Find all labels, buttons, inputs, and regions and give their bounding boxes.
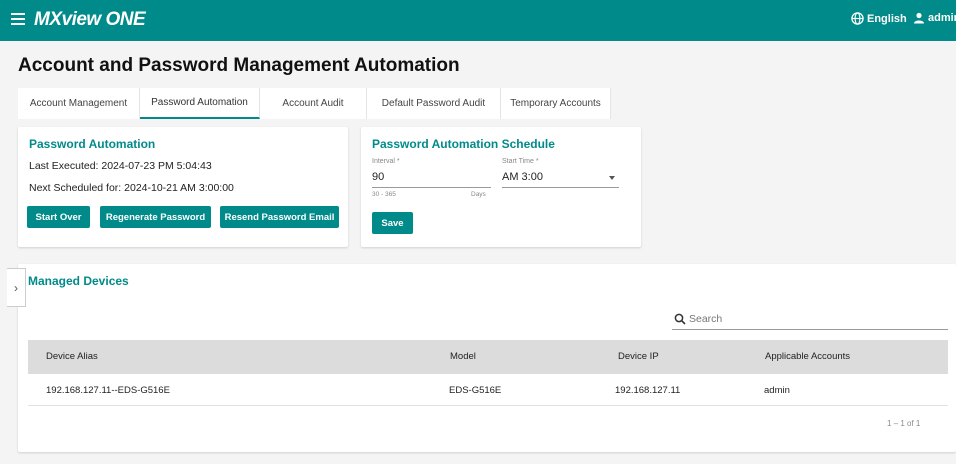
search-underline	[672, 329, 948, 330]
page-title: Account and Password Management Automati…	[18, 55, 460, 76]
pagination-range: 1 – 1 of 1	[887, 419, 921, 428]
tab-bar: Account Management Password Automation A…	[18, 88, 611, 119]
search-icon	[674, 313, 686, 325]
column-applicable-accounts[interactable]: Applicable Accounts	[765, 351, 850, 362]
menu-icon[interactable]	[11, 13, 25, 25]
column-device-alias[interactable]: Device Alias	[46, 351, 98, 362]
cell-applicable-accounts: admin	[764, 385, 790, 396]
language-label: English	[867, 12, 907, 25]
cell-device-ip: 192.168.127.11	[615, 385, 681, 396]
column-device-ip[interactable]: Device IP	[618, 351, 659, 362]
start-time-underline	[502, 187, 619, 188]
app-logo[interactable]: MXview ONE	[34, 9, 146, 31]
sidebar-toggle[interactable]: ›	[7, 268, 26, 307]
cell-model: EDS-G516E	[449, 385, 502, 396]
start-time-select[interactable]: AM 3:00	[502, 171, 543, 183]
tab-account-management[interactable]: Account Management	[18, 88, 140, 119]
start-over-button[interactable]: Start Over	[27, 206, 90, 228]
cell-device-alias: 192.168.127.11--EDS-G516E	[46, 385, 170, 396]
interval-unit-hint: Days	[471, 191, 486, 198]
tab-default-password-audit[interactable]: Default Password Audit	[367, 88, 501, 119]
regenerate-password-button[interactable]: Regenerate Password	[100, 206, 211, 228]
interval-underline	[372, 187, 491, 188]
user-icon	[914, 12, 924, 24]
search-input[interactable]: Search	[689, 313, 722, 325]
globe-icon	[851, 12, 864, 25]
chevron-right-icon: ›	[14, 280, 18, 295]
interval-input[interactable]: 90	[372, 171, 384, 183]
schedule-title: Password Automation Schedule	[372, 137, 555, 151]
schedule-card: Password Automation Schedule Interval * …	[361, 127, 641, 247]
table-header: Device Alias Model Device IP Applicable …	[28, 340, 948, 374]
language-selector[interactable]: English	[851, 12, 907, 25]
interval-range-hint: 30 - 365	[372, 191, 396, 198]
next-scheduled-text: Next Scheduled for: 2024-10-21 AM 3:00:0…	[29, 182, 234, 194]
user-label: admin	[928, 12, 956, 24]
tab-temporary-accounts[interactable]: Temporary Accounts	[501, 88, 611, 119]
interval-label: Interval *	[372, 158, 400, 165]
managed-devices-title: Managed Devices	[28, 274, 129, 288]
start-time-label: Start Time *	[502, 158, 539, 165]
user-menu[interactable]: admin	[913, 12, 956, 24]
password-automation-card: Password Automation Last Executed: 2024-…	[18, 127, 348, 247]
table-row[interactable]: 192.168.127.11--EDS-G516E EDS-G516E 192.…	[28, 374, 948, 406]
column-model[interactable]: Model	[450, 351, 476, 362]
chevron-down-icon[interactable]	[609, 176, 615, 180]
last-executed-text: Last Executed: 2024-07-23 PM 5:04:43	[29, 160, 212, 172]
tab-account-audit[interactable]: Account Audit	[260, 88, 367, 119]
tab-password-automation[interactable]: Password Automation	[140, 88, 260, 119]
password-automation-title: Password Automation	[29, 137, 156, 151]
resend-password-email-button[interactable]: Resend Password Email	[220, 206, 339, 228]
top-bar: MXview ONE English admin	[0, 0, 956, 41]
save-button[interactable]: Save	[372, 212, 413, 234]
